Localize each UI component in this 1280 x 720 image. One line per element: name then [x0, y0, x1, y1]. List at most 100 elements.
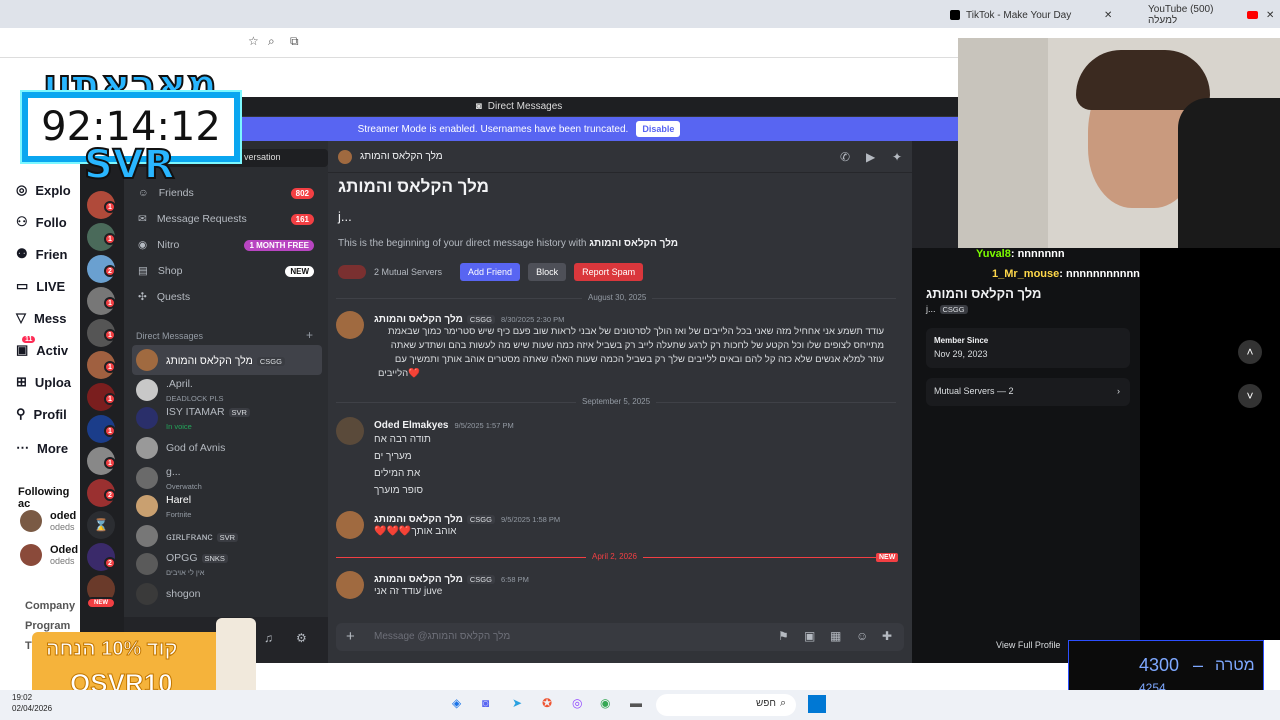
promo-line1: קוד 10% הנחה [46, 638, 179, 661]
dm-section-header: Direct Messages [136, 331, 204, 341]
emoji-icon[interactable]: ☺ [856, 629, 868, 643]
avatar [136, 437, 158, 459]
nav-following[interactable]: ⚇ Follo [16, 214, 67, 230]
avatar [136, 379, 158, 401]
mutual-servers-link[interactable]: 2 Mutual Servers [374, 267, 442, 277]
message-input[interactable]: Message @מלך הקלאס והמותג [374, 631, 510, 642]
phone-icon[interactable]: ✆ [840, 150, 850, 164]
windows-start-icon[interactable] [808, 695, 826, 713]
clock-time: 19:02 [12, 693, 33, 702]
gif-icon[interactable]: ▣ [804, 629, 815, 643]
create-dm-button[interactable]: + [306, 328, 313, 342]
nitro-link[interactable]: ◉ Nitro 1 MONTH FREE [132, 233, 322, 257]
nav-profile[interactable]: ⚲ Profil [16, 406, 67, 422]
video-icon[interactable]: ▶ [866, 150, 875, 164]
shop-link[interactable]: ▤ Shop NEW [132, 259, 322, 283]
close-icon[interactable]: ✕ [1266, 4, 1274, 26]
nav-more[interactable]: ⋯ More [16, 440, 68, 456]
nav-messages[interactable]: ▽ Mess [16, 310, 67, 326]
avatar [336, 571, 364, 599]
dm-item[interactable]: OPGG SNKS אין לי אויבים [132, 549, 322, 579]
dm-item[interactable]: ISY ITAMAR SVR In voice [132, 403, 322, 433]
avatar [136, 525, 158, 547]
close-icon[interactable]: ✕ [1104, 4, 1112, 26]
friends-icon: ☺ [138, 187, 149, 199]
avatar [136, 553, 158, 575]
following-item[interactable]: oded odeds [20, 510, 76, 532]
notification-badge: 1 [104, 457, 116, 469]
tab-youtube[interactable]: YouTube (500) למעלה [1148, 4, 1258, 26]
dm-item[interactable]: ɢɪʀʟꜰʀᴀɴᴄ SVR [132, 521, 322, 551]
date-label: September 5, 2025 [576, 397, 657, 406]
add-friend-button[interactable]: Add Friend [460, 263, 521, 281]
dm-item[interactable]: g... Overwatch [132, 463, 322, 493]
attach-plus-icon[interactable]: + [346, 628, 355, 645]
friends-icon: ⚉ [16, 246, 28, 261]
footer-link[interactable]: Program [25, 620, 70, 632]
star-icon[interactable]: ☆ [248, 34, 259, 48]
share-icon[interactable]: ⧉ [290, 34, 299, 49]
twitch-icon[interactable]: ◎ [572, 696, 582, 710]
nav-live[interactable]: ▭ LIVE [16, 278, 65, 294]
notification-badge: 1 [104, 393, 116, 405]
more-icon: ⋯ [16, 440, 29, 455]
headset-icon[interactable]: ♫ [264, 631, 273, 645]
search-placeholder: חפש [756, 698, 776, 709]
dm-item[interactable]: .April. DEADLOCK PLS [132, 375, 322, 405]
footer-link[interactable]: Company [25, 600, 75, 612]
gift-icon[interactable]: ⚑ [778, 629, 789, 643]
block-button[interactable]: Block [528, 263, 567, 281]
tiktok-icon [950, 10, 960, 20]
server-list: 1 1 2 1 1 1 1 1 1 2 ⌛ 2 NEW [80, 141, 124, 663]
notification-badge: 1 [104, 361, 116, 373]
notification-badge: 1 [104, 329, 116, 341]
tab-tiktok[interactable]: TikTok - Make Your Day [950, 4, 1100, 26]
gear-icon[interactable]: ⚙ [296, 631, 307, 645]
dm-item[interactable]: shogon [132, 579, 322, 609]
new-badge: NEW [285, 265, 314, 277]
dm-item[interactable]: God of Avnis [132, 433, 322, 463]
search-box[interactable]: חפש ⌕ [656, 694, 796, 716]
nav-explore[interactable]: ◎ Explo [16, 182, 71, 198]
nav-upload[interactable]: ⊞ Uploa [16, 374, 71, 390]
nav-friends[interactable]: ⚉ Frien [16, 246, 67, 262]
goal-label: מטרה [1215, 657, 1255, 674]
pin-icon[interactable]: ✦ [892, 150, 902, 164]
report-spam-button[interactable]: Report Spam [574, 263, 644, 281]
stream-chat-line: Yuval8: nnnnnnn [976, 248, 1065, 260]
dm-item[interactable]: Harel Fortnite [132, 491, 322, 521]
mutual-servers-row[interactable]: Mutual Servers — 2 › [926, 378, 1130, 406]
streamer-hair [1076, 50, 1210, 110]
chevron-up-icon[interactable]: ˄ [1238, 340, 1262, 364]
folder-icon[interactable]: ▬ [630, 696, 642, 710]
steam-icon[interactable]: ◈ [452, 696, 461, 710]
telegram-icon[interactable]: ➤ [512, 696, 522, 710]
avatar [336, 417, 364, 445]
chat-area: מלך הקלאס והמותג ✆ ▶ ✦ מלך הקלאס והמותג … [328, 141, 912, 663]
quests-icon: ✣ [138, 291, 147, 303]
profile-icon: ⚲ [16, 406, 26, 421]
profile-panel: מלך הקלאס והמותג j... CSGG Member Since N… [912, 248, 1140, 663]
sticker-icon[interactable]: ▦ [830, 629, 841, 643]
activity-badge: 11 [22, 336, 36, 343]
chevron-down-icon[interactable]: ˅ [1238, 384, 1262, 408]
message-requests-link[interactable]: ✉ Message Requests 161 [132, 207, 322, 231]
message: Oded Elmakyes 9/5/2025 1:57 PM תודה רבה א… [336, 417, 514, 499]
view-full-profile-link[interactable]: View Full Profile [996, 640, 1060, 650]
chrome-icon[interactable]: ◉ [600, 696, 610, 710]
zoom-icon[interactable]: ⌕ [268, 34, 275, 49]
nav-activity[interactable]: ▣ 11 Activ [16, 336, 68, 358]
app-icon[interactable]: ✪ [542, 696, 552, 710]
taskbar: 19:02 02/04/2026 ◈ ◙ ➤ ✪ ◎ ◉ ▬ חפש ⌕ [0, 690, 1280, 720]
disable-button[interactable]: Disable [636, 121, 681, 137]
dm-item[interactable]: מלך הקלאס והמותג CSGG [132, 345, 322, 375]
following-item[interactable]: Oded odeds [20, 544, 78, 566]
discord-icon[interactable]: ◙ [482, 696, 489, 710]
webcam-feed [958, 38, 1280, 248]
stream-chat-line: 1_Mr_mouse: nnnnnnnnnnn [992, 268, 1140, 280]
intro-text: This is the beginning of your direct mes… [338, 238, 679, 249]
apps-icon[interactable]: ✚ [882, 629, 892, 643]
hourglass-icon[interactable]: ⌛ [87, 511, 115, 539]
footer-link[interactable]: T [25, 640, 32, 652]
quests-link[interactable]: ✣ Quests [132, 285, 322, 309]
